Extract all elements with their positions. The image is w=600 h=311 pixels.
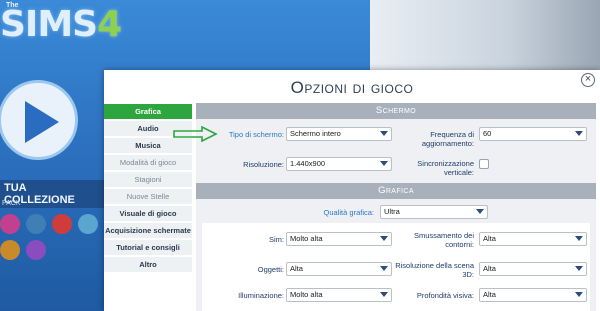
- nav-item-modalita-di-gioco[interactable]: Modalità di gioco: [104, 155, 192, 170]
- graphics-quality-value: Ultra: [384, 207, 400, 216]
- pack-label: PACK: [2, 200, 21, 207]
- view-depth-label: Profondità visiva:: [416, 291, 474, 300]
- chevron-down-icon: [575, 292, 583, 297]
- pack-icon[interactable]: [26, 240, 46, 260]
- smoothing-value: Alta: [483, 234, 496, 243]
- chevron-down-icon: [575, 266, 583, 271]
- close-button[interactable]: ×: [581, 73, 595, 87]
- dialog-title: Opzioni di gioco: [290, 78, 414, 97]
- nav-item-acquisizione-schermate[interactable]: Acquisizione schermate: [104, 223, 192, 238]
- objects-quality-dropdown[interactable]: Alta: [286, 262, 392, 276]
- chevron-down-icon: [380, 236, 388, 241]
- lighting-label: Illuminazione:: [238, 291, 284, 300]
- pack-icon[interactable]: [0, 240, 20, 260]
- scene-3d-resolution-dropdown[interactable]: Alta: [479, 262, 587, 276]
- smoothing-label: Smussamento dei contorni:: [414, 231, 474, 249]
- chevron-down-icon: [476, 209, 484, 214]
- chevron-down-icon: [380, 131, 388, 136]
- pack-icon[interactable]: [26, 214, 46, 234]
- nav-item-stagioni[interactable]: Stagioni: [104, 172, 192, 187]
- nav-item-tutorial-e-consigli[interactable]: Tutorial e consigli: [104, 240, 192, 255]
- scene-3d-label-line2: 3D:: [462, 270, 474, 279]
- sims4-logo: SIMS4: [0, 4, 122, 45]
- vsync-label-line2: verticale:: [443, 168, 474, 177]
- screen-type-dropdown[interactable]: Schermo intero: [286, 127, 392, 141]
- refresh-rate-dropdown[interactable]: 60: [479, 127, 587, 141]
- nav-item-nuove-stelle[interactable]: Nuove Stelle: [104, 189, 192, 204]
- header-banner: [370, 0, 600, 80]
- lighting-quality-dropdown[interactable]: Molto alta: [286, 288, 392, 302]
- pack-icon[interactable]: [78, 214, 98, 234]
- resolution-value: 1.440x900: [290, 159, 326, 168]
- scene-3d-resolution-label: Risoluzione della scena 3D:: [395, 261, 474, 279]
- graphics-quality-dropdown[interactable]: Ultra: [380, 205, 488, 219]
- lighting-quality-value: Molto alta: [290, 290, 323, 299]
- vsync-label-line1: Sincronizzazione: [417, 159, 474, 168]
- paw-pack-icon[interactable]: [52, 214, 72, 234]
- chevron-down-icon: [575, 131, 583, 136]
- nav-item-grafica[interactable]: Grafica: [104, 104, 192, 119]
- refresh-rate-label: Frequenza di aggiornamento:: [422, 130, 474, 148]
- resolution-dropdown[interactable]: 1.440x900: [286, 157, 392, 171]
- refresh-rate-label-line1: Frequenza di: [430, 130, 474, 139]
- vsync-checkbox[interactable]: [479, 159, 489, 169]
- view-depth-dropdown[interactable]: Alta: [479, 288, 587, 302]
- vsync-label: Sincronizzazione verticale:: [417, 159, 474, 177]
- scene-3d-label-line1: Risoluzione della scena: [395, 261, 474, 270]
- screen-type-value: Schermo intero: [290, 129, 341, 138]
- smoothing-label-line2: contorni:: [445, 240, 474, 249]
- chevron-down-icon: [575, 236, 583, 241]
- sim-label: Sim:: [269, 235, 284, 244]
- objects-label: Oggetti:: [257, 265, 284, 274]
- refresh-rate-label-line2: aggiornamento:: [421, 139, 474, 148]
- play-icon: [25, 101, 59, 143]
- arrow-annotation-icon: [173, 126, 218, 142]
- pack-icon[interactable]: [0, 214, 20, 234]
- logo-text: SIMS: [0, 4, 98, 45]
- graphics-quality-label: Qualità grafica:: [323, 208, 374, 217]
- sim-quality-value: Molto alta: [290, 234, 323, 243]
- logo-number: 4: [97, 4, 122, 45]
- screen-type-label: Tipo di schermo:: [228, 130, 284, 139]
- scene-3d-resolution-value: Alta: [483, 264, 496, 273]
- game-options-dialog: Opzioni di gioco × Grafica Audio Musica …: [104, 70, 600, 311]
- sim-quality-dropdown[interactable]: Molto alta: [286, 232, 392, 246]
- smoothing-dropdown[interactable]: Alta: [479, 232, 587, 246]
- nav-item-visuale-di-gioco[interactable]: Visuale di gioco: [104, 206, 192, 221]
- view-depth-value: Alta: [483, 290, 496, 299]
- chevron-down-icon: [380, 161, 388, 166]
- objects-quality-value: Alta: [290, 264, 303, 273]
- chevron-down-icon: [380, 292, 388, 297]
- resolution-label: Risoluzione:: [243, 160, 284, 169]
- refresh-rate-value: 60: [483, 129, 492, 138]
- play-button[interactable]: [0, 80, 78, 160]
- chevron-down-icon: [380, 266, 388, 271]
- screen-section-header: Schermo: [196, 103, 596, 119]
- nav-item-altro[interactable]: Altro: [104, 257, 192, 272]
- options-content: Schermo Tipo di schermo: Schermo intero …: [196, 103, 596, 311]
- smoothing-label-line1: Smussamento dei: [413, 231, 474, 240]
- graphics-section-header: Grafica: [196, 183, 596, 199]
